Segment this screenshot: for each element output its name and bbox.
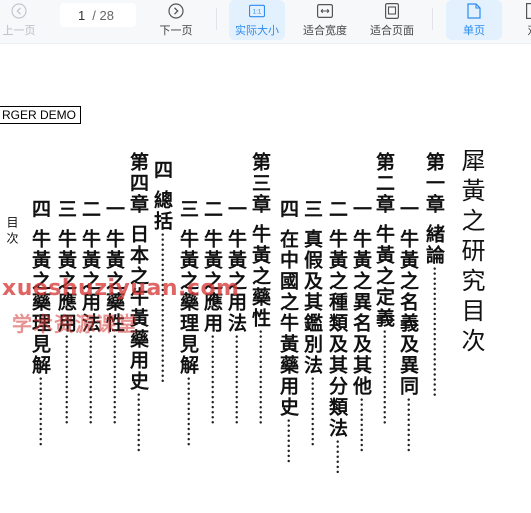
toc-entry: 三 真假及其鑑別法·············· bbox=[301, 199, 323, 447]
page-current-input[interactable]: 1 bbox=[78, 8, 85, 23]
toc-entry-text: 三 真假及其鑑別法 bbox=[301, 199, 323, 376]
toc-entry-text: 四 在中國之牛黃藥用史 bbox=[277, 199, 299, 418]
fit-width-icon bbox=[317, 3, 333, 19]
leader-dots: ······························ bbox=[151, 231, 173, 383]
leader-dots: ·············· bbox=[177, 375, 199, 447]
watermark-text: xueshuziyuan.com bbox=[2, 276, 240, 301]
toolbar-divider bbox=[216, 8, 217, 30]
leader-dots: ·············· bbox=[301, 375, 323, 447]
toc-entry-text: 第三章 牛黃之藥性 bbox=[249, 152, 271, 329]
toc-entry: 第一章 緒論·························· bbox=[423, 152, 445, 397]
toc-entry: 一 牛黃之異名及其他··········· bbox=[350, 199, 372, 453]
toolbar-divider bbox=[432, 8, 433, 30]
viewer-toolbar: 上一页 1 / 28 下一页 1:1 实际大小 适合宽度 适合页面 单页 bbox=[0, 0, 531, 44]
actual-size-icon: 1:1 bbox=[249, 3, 265, 19]
toc-entry: 三 牛黃之藥理見解·············· bbox=[177, 199, 199, 447]
single-page-icon bbox=[466, 2, 482, 19]
next-page-button[interactable]: 下一页 bbox=[150, 0, 202, 40]
leader-dots: ·················· bbox=[79, 333, 101, 425]
toc-entry-text: 二 牛黃之種類及其分類法 bbox=[326, 199, 348, 439]
toc-entry: 二 牛黃之應用·················· bbox=[201, 199, 223, 425]
toc-entry: 第三章 牛黃之藥性··················· bbox=[249, 152, 271, 425]
toc-entry-text: 第四章 日本之牛黃藥用史 bbox=[127, 152, 149, 392]
leader-dots: ······· bbox=[326, 438, 348, 474]
fit-width-button[interactable]: 适合宽度 bbox=[296, 0, 354, 40]
single-page-label: 单页 bbox=[463, 24, 485, 37]
toc-entry-text: 一 牛黃之名義及異同 bbox=[397, 199, 419, 397]
fit-page-icon bbox=[384, 2, 400, 19]
leader-dots: ·················· bbox=[201, 333, 223, 425]
toc-entry: 第二章 牛黃之定義··················· bbox=[373, 152, 395, 425]
fit-page-label: 适合页面 bbox=[370, 24, 414, 37]
leader-dots: ·························· bbox=[423, 265, 445, 397]
leader-dots: ·············· bbox=[29, 375, 51, 447]
fit-page-button[interactable]: 适合页面 bbox=[363, 0, 421, 40]
double-page-label: 双 bbox=[528, 22, 531, 38]
svg-text:1:1: 1:1 bbox=[253, 8, 262, 15]
actual-size-label: 实际大小 bbox=[235, 24, 279, 37]
toc-entry: 第四章 日本之牛黃藥用史············ bbox=[127, 152, 149, 453]
page-indicator[interactable]: 1 / 28 bbox=[60, 3, 136, 27]
toc-entry: 一 牛黃之名義及異同··········· bbox=[397, 199, 419, 453]
double-page-icon bbox=[525, 2, 531, 19]
toc-entry-text: 第二章 牛黃之定義 bbox=[373, 152, 395, 329]
toc-entry: 一 牛黃之用法·················· bbox=[225, 199, 247, 425]
double-page-button[interactable]: 双 bbox=[518, 0, 531, 40]
toc-entry-text: 第一章 緒論 bbox=[423, 152, 445, 266]
page-total: / 28 bbox=[92, 7, 114, 23]
demo-stamp: RGER DEMO bbox=[0, 106, 82, 124]
leader-dots: ········· bbox=[277, 417, 299, 463]
toc-entry-text: 四 總括 bbox=[151, 160, 173, 232]
leader-dots: ·················· bbox=[103, 333, 125, 425]
leader-dots: ·················· bbox=[55, 333, 77, 425]
leader-dots: ··················· bbox=[249, 328, 271, 425]
prev-page-label: 上一页 bbox=[2, 24, 36, 37]
watermark-text-secondary: 学术资源课堂 bbox=[12, 312, 138, 336]
toc-entry-text: 二 牛黃之應用 bbox=[201, 199, 223, 334]
chevron-right-icon bbox=[168, 2, 184, 19]
document-page: RGER DEMO 犀黃之研究目次 第一章 緒論················… bbox=[0, 50, 531, 513]
leader-dots: ··················· bbox=[373, 328, 395, 425]
toc-entry: 二 牛黃之種類及其分類法······· bbox=[326, 199, 348, 474]
chevron-left-icon bbox=[11, 2, 27, 19]
toc-entry: 四 總括······························ bbox=[151, 160, 173, 383]
edge-text: 目 次 bbox=[5, 216, 19, 244]
next-page-label: 下一页 bbox=[159, 24, 193, 37]
toc-entry-text: 一 牛黃之用法 bbox=[225, 199, 247, 334]
leader-dots: ··········· bbox=[350, 396, 372, 453]
fit-width-label: 适合宽度 bbox=[303, 24, 347, 37]
toc-entry-text: 一 牛黃之異名及其他 bbox=[350, 199, 372, 397]
prev-page-button[interactable]: 上一页 bbox=[0, 0, 46, 40]
toc-entry: 四 在中國之牛黃藥用史········· bbox=[277, 199, 299, 463]
document-title: 犀黃之研究目次 bbox=[457, 148, 485, 358]
leader-dots: ··········· bbox=[397, 396, 419, 453]
actual-size-button[interactable]: 1:1 实际大小 bbox=[229, 0, 285, 40]
leader-dots: ·················· bbox=[225, 333, 247, 425]
leader-dots: ············ bbox=[127, 391, 149, 453]
single-page-button[interactable]: 单页 bbox=[446, 0, 502, 40]
